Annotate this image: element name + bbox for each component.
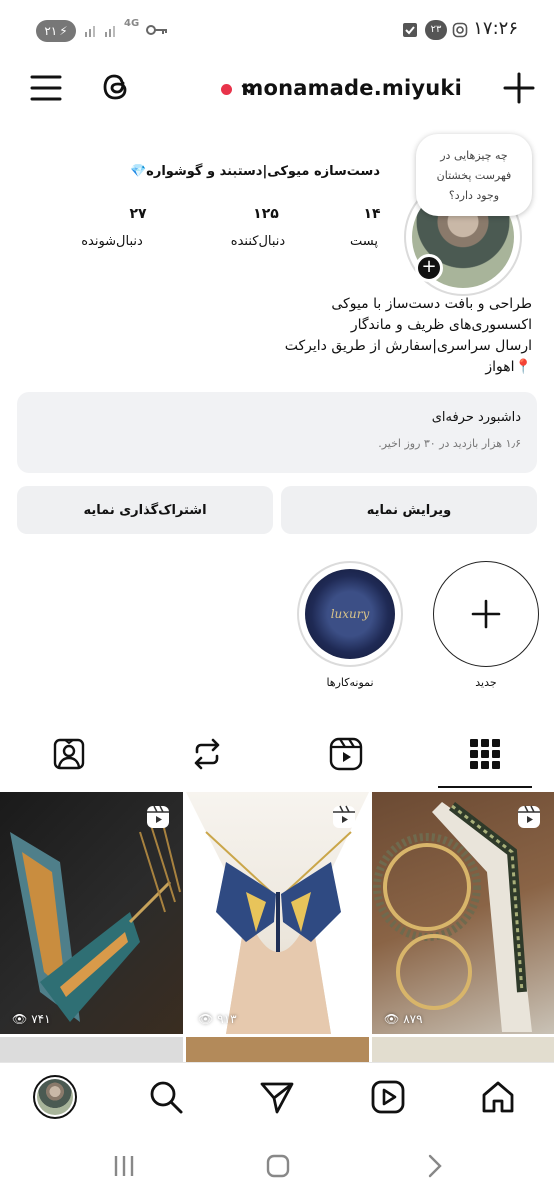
new-highlight-button[interactable] xyxy=(433,561,539,667)
posts-label: پست xyxy=(350,234,378,249)
reels-nav-icon[interactable] xyxy=(370,1079,406,1115)
search-icon[interactable] xyxy=(148,1079,184,1115)
battery-level: ۲۱ xyxy=(44,24,58,38)
vpn-key-icon xyxy=(146,25,167,35)
edit-profile-button[interactable]: ویرایش نمایه xyxy=(281,486,537,534)
account-switcher-username[interactable]: monamade.miyuki xyxy=(241,76,462,100)
new-highlight-label: جدید xyxy=(475,676,497,689)
note-bubble[interactable]: چه چیزهایی در فهرست پخشتان وجود دارد؟ xyxy=(416,134,532,216)
unread-dot xyxy=(221,84,232,95)
bio: طراحی و بافت دست‌ساز با میوکی اکسسوری‌ها… xyxy=(172,294,532,378)
dashboard-title: داشبورد حرفه‌ای xyxy=(431,410,521,425)
posts-count[interactable]: ۱۴ xyxy=(332,206,412,222)
post-tile[interactable]: 👁 ۷۴۱ xyxy=(0,792,183,1034)
home-button-icon[interactable] xyxy=(264,1152,292,1180)
view-count: 👁 ۸۷۹ xyxy=(384,1012,423,1026)
profile-avatar-nav[interactable] xyxy=(33,1075,77,1119)
reel-badge-icon xyxy=(333,805,355,828)
reel-badge-icon xyxy=(147,805,169,828)
menu-icon[interactable] xyxy=(30,72,62,104)
following-count[interactable]: ۲۷ xyxy=(98,206,178,222)
checkbox-notification-icon xyxy=(403,23,417,37)
view-count: 👁 ۹۱۳ xyxy=(198,1012,237,1026)
reposts-icon[interactable] xyxy=(189,736,225,772)
followers-label[interactable]: دنبال‌کننده xyxy=(208,234,308,249)
post-tile[interactable]: 👁 ۹۱۳ xyxy=(186,792,369,1034)
eye-icon: 👁 xyxy=(12,1012,28,1026)
display-name: دست‌سازه میوکی|دستبند و گوشواره💎 xyxy=(130,164,380,179)
reel-badge-icon xyxy=(518,805,540,828)
threads-icon[interactable] xyxy=(100,70,134,104)
profile-header: monamade.miyuki xyxy=(0,62,554,118)
highlight-portfolio[interactable]: luxury xyxy=(297,561,403,667)
nav-avatar-image xyxy=(37,1079,73,1115)
create-plus-icon[interactable] xyxy=(503,72,535,104)
highlight-cover-text: luxury xyxy=(330,607,370,621)
professional-dashboard[interactable]: داشبورد حرفه‌ای ۱٫۶ هزار بازدید در ۳۰ رو… xyxy=(17,392,537,473)
instagram-notification-icon xyxy=(452,22,468,38)
eye-icon: 👁 xyxy=(384,1012,400,1026)
followers-count[interactable]: ۱۲۵ xyxy=(226,206,306,222)
view-count: 👁 ۷۴۱ xyxy=(12,1012,51,1026)
tagged-icon[interactable] xyxy=(51,736,87,772)
reels-icon[interactable] xyxy=(328,736,364,772)
signal-icon xyxy=(85,26,95,37)
highlight-cover: luxury xyxy=(305,569,395,659)
add-story-icon[interactable]: + xyxy=(415,254,443,282)
bio-line: اکسسوری‌های ظریف و ماندگار xyxy=(350,317,532,333)
system-navigation xyxy=(0,1134,554,1200)
portfolio-highlight-label: نمونه‌کارها xyxy=(326,676,374,689)
bio-location: 📍اهواز xyxy=(485,359,532,375)
bio-line: طراحی و بافت دست‌ساز با میوکی xyxy=(331,296,532,312)
post-tile[interactable]: 👁 ۸۷۹ xyxy=(372,792,554,1034)
notification-count-badge: ۲۳ xyxy=(425,20,447,40)
share-profile-button[interactable]: اشتراک‌گذاری نمایه xyxy=(17,486,273,534)
eye-icon: 👁 xyxy=(198,1012,214,1026)
dashboard-subtitle: ۱٫۶ هزار بازدید در ۳۰ روز اخیر. xyxy=(378,437,521,450)
bottom-navigation xyxy=(0,1062,554,1134)
send-icon[interactable] xyxy=(259,1079,295,1115)
battery-indicator: ۲۱ ⚡ xyxy=(36,20,76,42)
clock: ۱۷:۲۶ xyxy=(473,18,518,39)
plus-icon xyxy=(471,599,501,629)
bio-line: ارسال سراسری|سفارش از طریق دایرکت xyxy=(284,338,532,354)
following-label[interactable]: دنبال‌شونده xyxy=(62,234,162,249)
charging-icon: ⚡ xyxy=(59,24,68,38)
recent-apps-icon[interactable] xyxy=(110,1152,138,1180)
signal-icon-2 xyxy=(105,26,115,37)
back-icon[interactable] xyxy=(420,1152,448,1180)
status-bar: ۲۱ ⚡ 4G ۲۳ ۱۷:۲۶ xyxy=(0,0,554,62)
network-type: 4G xyxy=(124,18,140,29)
active-tab-indicator xyxy=(438,786,532,788)
grid-icon[interactable] xyxy=(467,736,503,772)
home-icon[interactable] xyxy=(480,1079,516,1115)
